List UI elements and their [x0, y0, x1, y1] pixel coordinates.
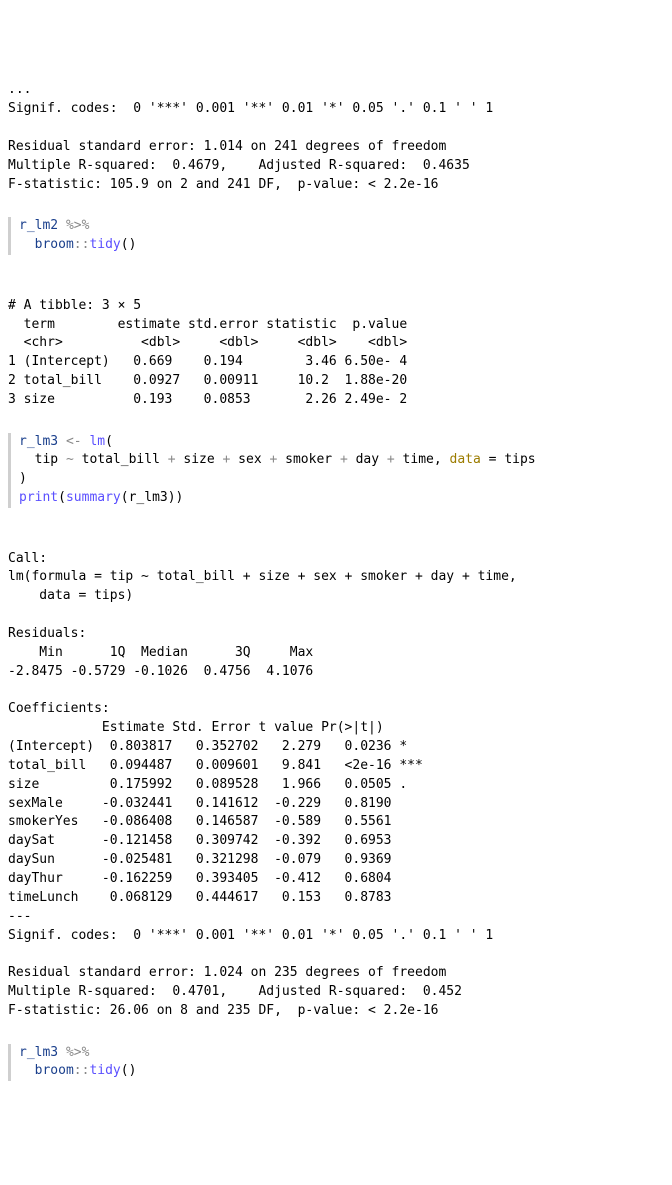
- paren: (): [121, 1063, 137, 1078]
- residuals-values: -2.8475 -0.5729 -0.1026 0.4756 4.1076: [8, 664, 321, 679]
- namespace-operator: ::: [74, 237, 90, 252]
- coefficient-row: dayThur -0.162259 0.393405 -0.412 0.6804: [8, 871, 423, 886]
- call-line: lm(formula = tip ~ total_bill + size + s…: [8, 569, 517, 584]
- paren-open: (: [105, 434, 113, 449]
- term: time,: [395, 452, 450, 467]
- call-header: Call:: [8, 551, 47, 566]
- term: size: [176, 452, 223, 467]
- paren-close: ): [19, 471, 27, 486]
- indent: [19, 237, 35, 252]
- signif-codes-line: Signif. codes: 0 '***' 0.001 '**' 0.01 '…: [8, 101, 493, 116]
- package-name: broom: [35, 237, 74, 252]
- signif-codes-line: Signif. codes: 0 '***' 0.001 '**' 0.01 '…: [8, 928, 493, 943]
- tibble-row: 3 size 0.193 0.0853 2.26 2.49e- 2: [8, 392, 407, 407]
- residuals-columns: Min 1Q Median 3Q Max: [8, 645, 321, 660]
- coefficient-row: daySat -0.121458 0.309742 -0.392 0.6953: [8, 833, 423, 848]
- object-name: r_lm3: [19, 434, 58, 449]
- tibble-columns: term estimate std.error statistic p.valu…: [8, 317, 407, 332]
- plus: +: [387, 452, 395, 467]
- residuals-header: Residuals:: [8, 626, 86, 641]
- args-close: (r_lm3)): [121, 490, 184, 505]
- coefficient-row: size 0.175992 0.089528 1.966 0.0505 .: [8, 777, 423, 792]
- tibble-types: <chr> <dbl> <dbl> <dbl> <dbl>: [8, 335, 407, 350]
- r-squared-line: Multiple R-squared: 0.4679, Adjusted R-s…: [8, 158, 470, 173]
- tilde: ~: [66, 452, 74, 467]
- coefficient-row: timeLunch 0.068129 0.444617 0.153 0.8783: [8, 890, 423, 905]
- pipe-operator: %>%: [58, 1045, 89, 1060]
- function-name: tidy: [89, 237, 120, 252]
- term: sex: [230, 452, 269, 467]
- object-name: r_lm3: [19, 1045, 58, 1060]
- package-name: broom: [35, 1063, 74, 1078]
- assign-operator: <-: [58, 434, 89, 449]
- call-line: data = tips): [8, 588, 133, 603]
- plus: +: [340, 452, 348, 467]
- f-statistic-line: F-statistic: 105.9 on 2 and 241 DF, p-va…: [8, 177, 438, 192]
- function-summary: summary: [66, 490, 121, 505]
- coefficient-row: daySun -0.025481 0.321298 -0.079 0.9369: [8, 852, 423, 867]
- plus: +: [168, 452, 176, 467]
- function-lm: lm: [89, 434, 105, 449]
- term: total_bill: [74, 452, 168, 467]
- r-squared-line: Multiple R-squared: 0.4701, Adjusted R-s…: [8, 984, 462, 999]
- code-block-tidy-lm3: r_lm3 %>% broom::tidy(): [8, 1044, 664, 1082]
- object-name: r_lm2: [19, 218, 58, 233]
- tibble-row: 2 total_bill 0.0927 0.00911 10.2 1.88e-2…: [8, 373, 407, 388]
- pipe-operator: %>%: [58, 218, 89, 233]
- dashes: ---: [8, 909, 31, 924]
- coefficient-row: smokerYes -0.086408 0.146587 -0.589 0.55…: [8, 814, 423, 829]
- tibble-header: # A tibble: 3 × 5: [8, 298, 141, 313]
- tibble-row: 1 (Intercept) 0.669 0.194 3.46 6.50e- 4: [8, 354, 407, 369]
- term: smoker: [277, 452, 340, 467]
- residual-se-line: Residual standard error: 1.024 on 235 de…: [8, 965, 446, 980]
- coefficients-columns: Estimate Std. Error t value Pr(>|t|): [8, 720, 415, 735]
- function-name: tidy: [89, 1063, 120, 1078]
- arg-data: data: [450, 452, 481, 467]
- coefficient-row: total_bill 0.094487 0.009601 9.841 <2e-1…: [8, 758, 423, 773]
- coefficients-header: Coefficients:: [8, 701, 110, 716]
- function-print: print: [19, 490, 58, 505]
- arg-val: = tips: [481, 452, 536, 467]
- paren-open: (: [58, 490, 66, 505]
- coefficient-row: (Intercept) 0.803817 0.352702 2.279 0.02…: [8, 739, 423, 754]
- f-statistic-line: F-statistic: 26.06 on 8 and 235 DF, p-va…: [8, 1003, 438, 1018]
- coefficient-row: sexMale -0.032441 0.141612 -0.229 0.8190: [8, 796, 423, 811]
- namespace-operator: ::: [74, 1063, 90, 1078]
- term: day: [348, 452, 387, 467]
- code-block-lm3: r_lm3 <- lm( tip ~ total_bill + size + s…: [8, 433, 664, 508]
- paren: (): [121, 237, 137, 252]
- residual-se-line: Residual standard error: 1.014 on 241 de…: [8, 139, 446, 154]
- formula-lhs: tip: [19, 452, 66, 467]
- code-block-tidy-lm2: r_lm2 %>% broom::tidy(): [8, 217, 664, 255]
- indent: [19, 1063, 35, 1078]
- ellipsis: ...: [8, 82, 31, 97]
